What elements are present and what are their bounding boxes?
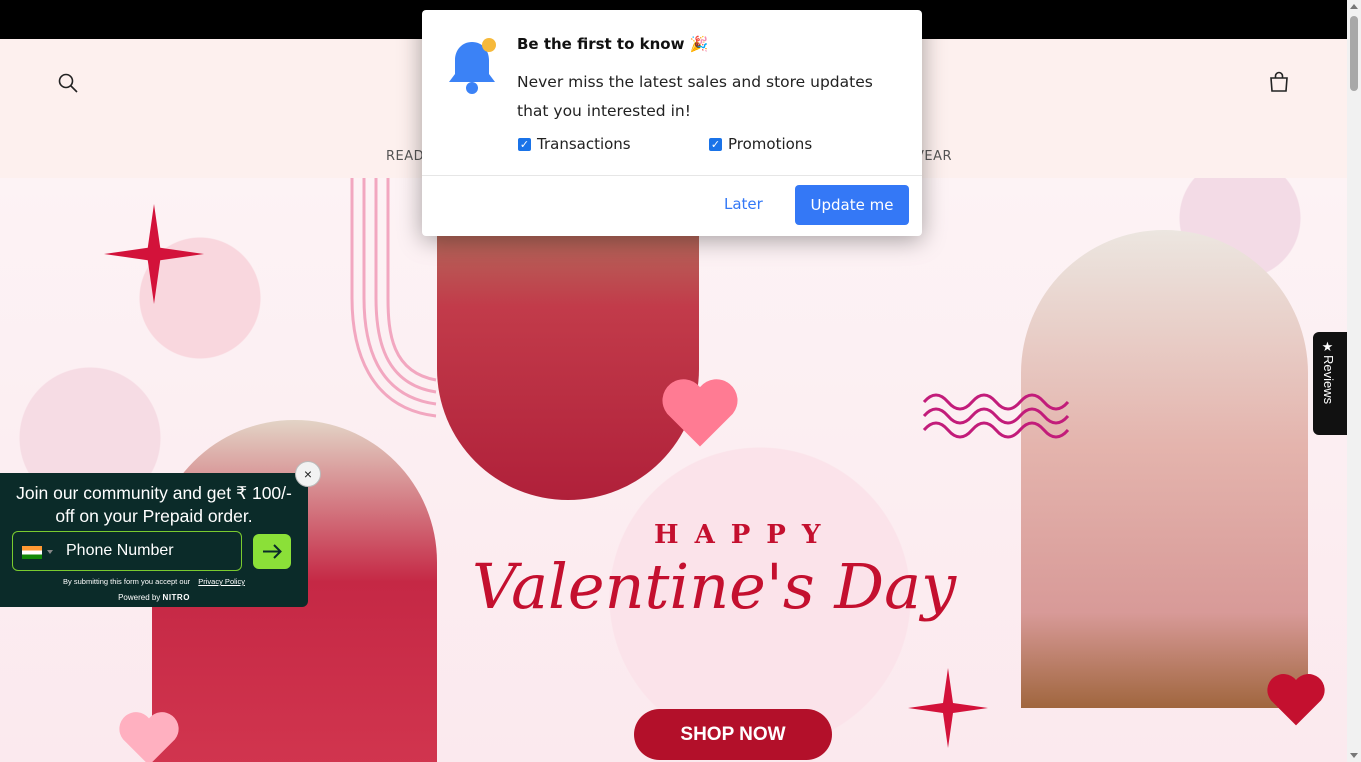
prompt-title: Be the first to know 🎉 [517, 35, 709, 53]
consent-text: By submitting this form you accept our P… [0, 577, 308, 586]
search-icon[interactable] [56, 71, 80, 95]
sparkle-icon [104, 204, 204, 304]
heart-icon [1267, 674, 1325, 726]
heart-icon [119, 712, 179, 762]
checkbox-label: Transactions [537, 135, 631, 153]
push-notification-prompt: Be the first to know 🎉 Never miss the la… [422, 10, 922, 236]
phone-signup-widget: × Join our community and get ₹ 100/- off… [0, 461, 321, 607]
nitro-logo: NITRO [162, 593, 190, 602]
bell-icon [449, 38, 496, 94]
bag-icon[interactable] [1267, 70, 1291, 94]
privacy-policy-link[interactable]: Privacy Policy [198, 577, 245, 586]
checkbox-label: Promotions [728, 135, 813, 153]
page-scrollbar[interactable] [1347, 0, 1361, 762]
prompt-divider [422, 175, 922, 176]
reviews-tab-label: ★Reviews [1321, 340, 1336, 405]
sparkle-icon [908, 668, 988, 748]
scroll-down-arrow[interactable] [1350, 753, 1358, 758]
hero-banner[interactable]: HAPPY Valentine's Day SHOP NOW [0, 178, 1347, 762]
india-flag-icon[interactable] [22, 546, 42, 559]
powered-by-label: Powered by [118, 593, 161, 602]
scrollbar-thumb[interactable] [1350, 16, 1358, 91]
update-me-button[interactable]: Update me [795, 185, 909, 225]
nav-item-ready[interactable]: READ [386, 149, 424, 164]
powered-by: Powered by NITRO [0, 593, 308, 602]
prompt-message: Never miss the latest sales and store up… [517, 73, 873, 120]
consent-disclaimer: By submitting this form you accept our [63, 577, 191, 586]
reviews-tab[interactable]: ★Reviews [1313, 332, 1347, 435]
checkbox-checked-icon[interactable]: ✓ [709, 137, 722, 151]
decorative-wave [922, 393, 1070, 439]
later-button[interactable]: Later [724, 195, 763, 213]
checkbox-checked-icon[interactable]: ✓ [518, 137, 531, 151]
hero-headline-script: Valentine's Day [472, 550, 957, 623]
phone-placeholder[interactable]: Phone Number [66, 542, 174, 560]
model-photo-pink-drape [1021, 230, 1308, 708]
hero-headline-happy: HAPPY [654, 520, 837, 550]
signup-headline: Join our community and get ₹ 100/- off o… [16, 483, 292, 526]
checkbox-promotions[interactable]: ✓ Promotions [709, 135, 812, 153]
checkbox-transactions[interactable]: ✓ Transactions [518, 135, 631, 153]
scroll-up-arrow[interactable] [1350, 4, 1358, 9]
chevron-down-icon[interactable] [47, 550, 53, 554]
arrow-right-icon[interactable] [253, 534, 291, 569]
heart-icon [662, 379, 738, 447]
shop-now-button[interactable]: SHOP NOW [634, 709, 832, 760]
phone-number-input[interactable]: Phone Number [12, 531, 242, 571]
submit-button[interactable] [253, 534, 291, 569]
